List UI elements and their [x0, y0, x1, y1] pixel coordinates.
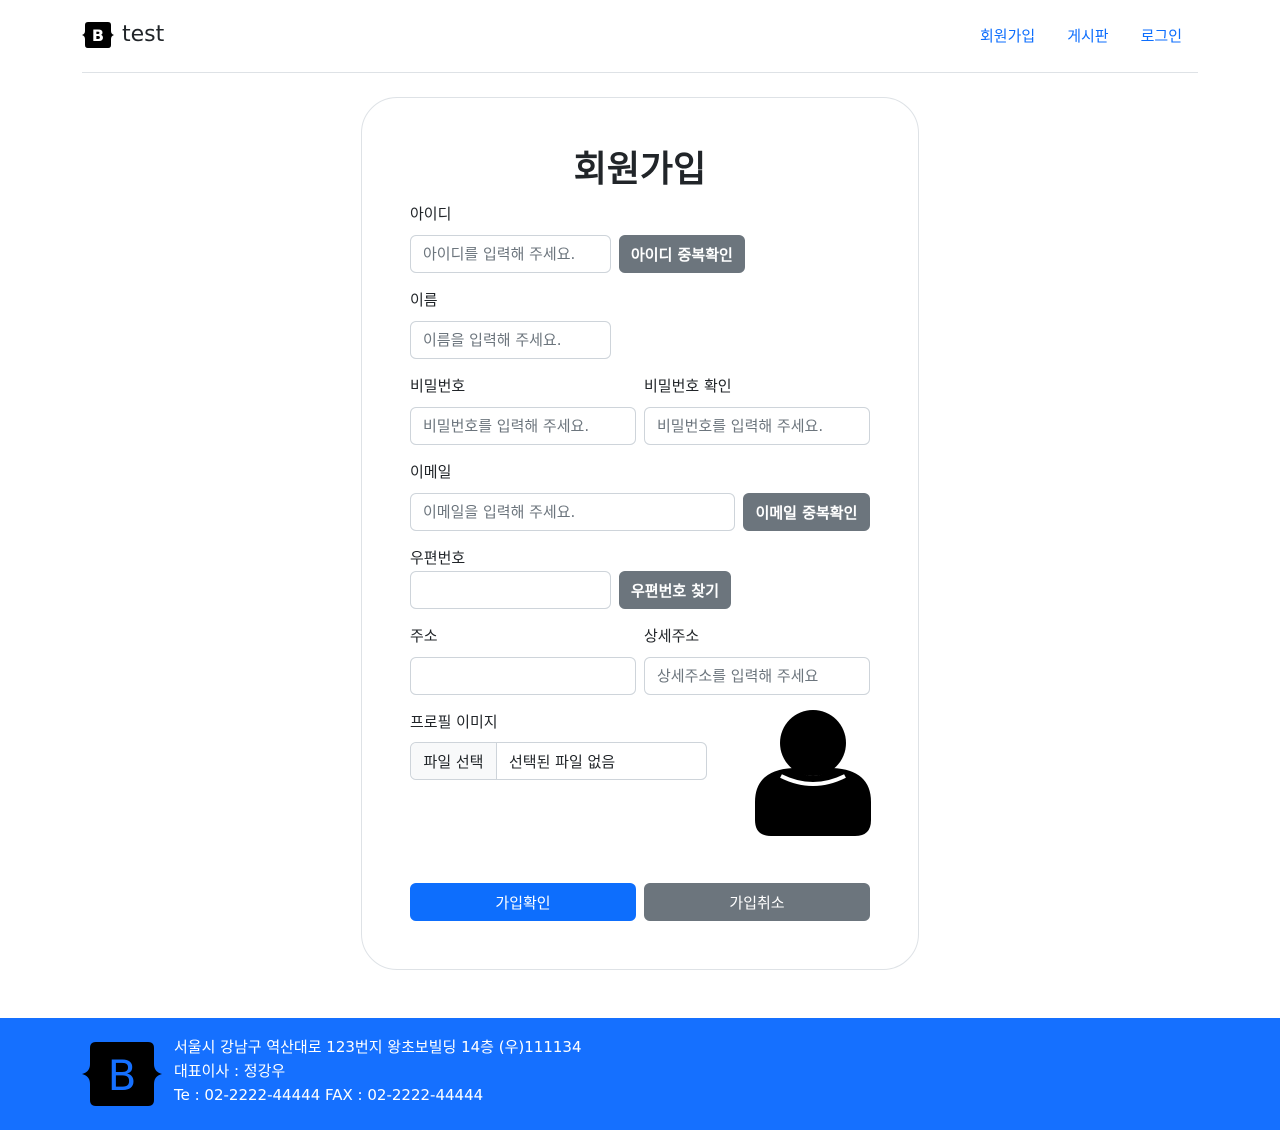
password-confirm-label: 비밀번호 확인 [644, 377, 732, 395]
profile-file-input[interactable]: 파일 선택 선택된 파일 없음 [410, 742, 707, 780]
name-label: 이름 [410, 291, 438, 309]
password-confirm-input[interactable] [644, 407, 870, 445]
zipcode-input[interactable] [410, 571, 611, 609]
profile-image-label: 프로필 이미지 [410, 713, 498, 731]
nav-login-link[interactable]: 로그인 [1141, 25, 1182, 47]
footer-info: 서울시 강남구 역산대로 123번지 왕초보빌딩 14층 (우)111134 대… [174, 1035, 582, 1107]
signup-submit-button[interactable]: 가입확인 [410, 883, 636, 921]
detail-address-input[interactable] [644, 657, 870, 695]
brand-letter: B [92, 26, 104, 45]
bootstrap-logo-icon: B [82, 1042, 162, 1106]
password-input[interactable] [410, 407, 636, 445]
footer-address: 서울시 강남구 역산대로 123번지 왕초보빌딩 14층 (우)111134 [174, 1038, 582, 1056]
email-input[interactable] [410, 493, 735, 531]
email-check-button[interactable]: 이메일 중복확인 [743, 493, 870, 531]
zipcode-label: 우편번호 [410, 549, 466, 567]
name-input[interactable] [410, 321, 611, 359]
id-input[interactable] [410, 235, 611, 273]
bootstrap-logo-icon: B [82, 22, 114, 48]
footer-ceo: 대표이사 : 정강우 [174, 1062, 286, 1080]
address-input[interactable] [410, 657, 636, 695]
file-status-text: 선택된 파일 없음 [509, 752, 616, 771]
page-title: 회원가입 [573, 149, 707, 190]
id-label: 아이디 [410, 205, 452, 223]
site-footer: B 서울시 강남구 역산대로 123번지 왕초보빌딩 14층 (우)111134… [0, 1018, 1280, 1130]
address-label: 주소 [410, 627, 438, 645]
user-avatar-icon [755, 710, 871, 836]
brand-text: test [122, 22, 165, 47]
email-label: 이메일 [410, 463, 452, 481]
nav-board-link[interactable]: 게시판 [1067, 25, 1108, 47]
nav-signup-link[interactable]: 회원가입 [980, 25, 1035, 47]
main-nav: 회원가입 게시판 로그인 [948, 25, 1182, 47]
zipcode-search-button[interactable]: 우편번호 찾기 [619, 571, 732, 609]
footer-contact: Te : 02-2222-44444 FAX : 02-2222-44444 [174, 1086, 484, 1104]
id-check-button[interactable]: 아이디 중복확인 [619, 235, 745, 273]
signup-card: 회원가입 아이디 아이디 중복확인 이름 비밀번호 비밀번호 확인 이메일 이메… [361, 97, 919, 970]
password-label: 비밀번호 [410, 377, 466, 395]
detail-address-label: 상세주소 [644, 627, 700, 645]
brand[interactable]: B test [82, 22, 164, 48]
footer-brand-letter: B [108, 1051, 137, 1100]
file-select-button[interactable]: 파일 선택 [411, 743, 497, 779]
site-header: B test 회원가입 게시판 로그인 [82, 0, 1198, 73]
signup-cancel-button[interactable]: 가입취소 [644, 883, 870, 921]
